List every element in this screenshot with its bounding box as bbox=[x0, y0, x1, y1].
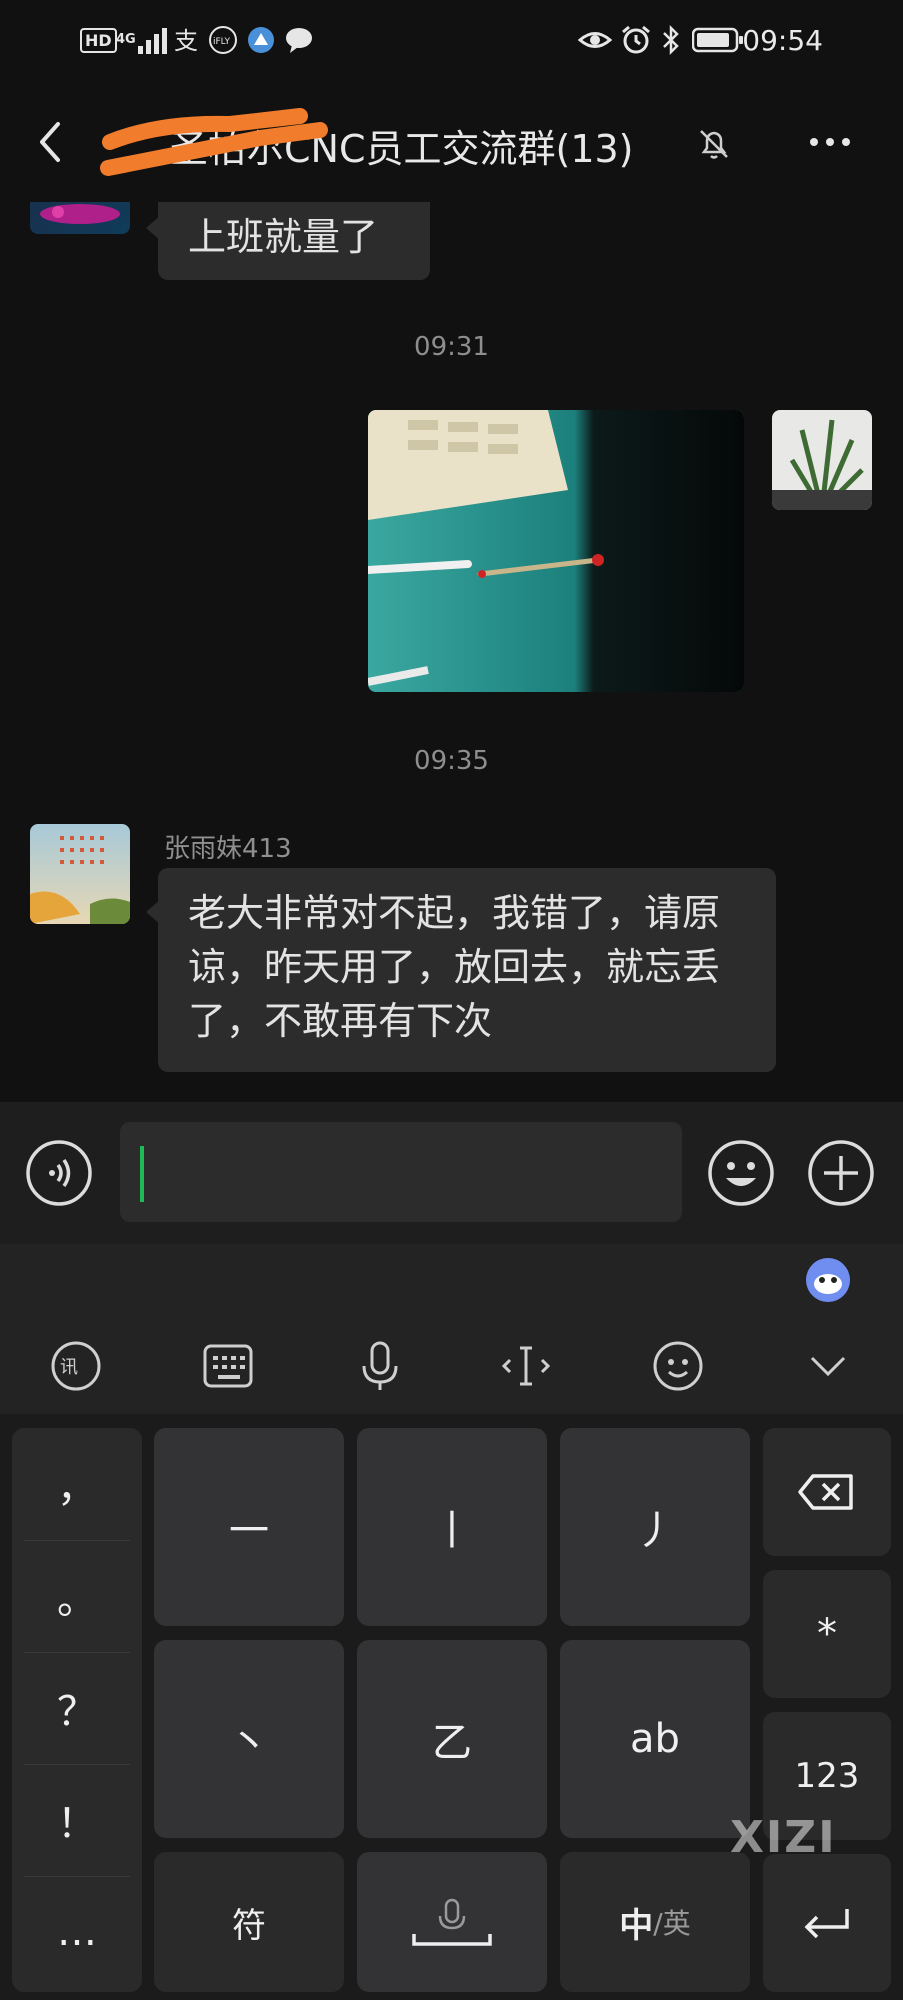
keyboard-toolbar: 讯 bbox=[0, 1244, 903, 1414]
chat-header: 圣柏尔CNC员工交流群(13) bbox=[0, 82, 903, 202]
enter-key[interactable] bbox=[763, 1854, 891, 1992]
key-stroke-vertical[interactable]: 丨 bbox=[357, 1428, 547, 1626]
space-mic-icon bbox=[412, 1898, 492, 1946]
message-timestamp: 09:35 bbox=[414, 746, 489, 776]
svg-text:支: 支 bbox=[174, 27, 198, 55]
backspace-key[interactable] bbox=[763, 1428, 891, 1556]
status-time: 09:54 bbox=[742, 24, 823, 57]
sender-name: 张雨妹413 bbox=[164, 834, 292, 864]
message-bubble[interactable]: 上班就量了 bbox=[158, 202, 430, 280]
back-button[interactable] bbox=[22, 112, 82, 172]
key-comma[interactable]: ， bbox=[12, 1428, 142, 1540]
key-exclaim[interactable]: ！ bbox=[12, 1764, 142, 1876]
more-horizontal-icon bbox=[810, 138, 850, 146]
emoji-button[interactable] bbox=[706, 1138, 776, 1208]
keyboard: ， 。 ？ ！ … 一 丨 丿 丶 乙 ab * 123 符 中/英 bbox=[0, 1414, 903, 2000]
punctuation-column[interactable]: ， 。 ？ ！ … bbox=[12, 1428, 142, 1992]
bluetooth-icon bbox=[660, 22, 682, 58]
key-symbols[interactable]: 符 bbox=[154, 1852, 344, 1992]
photo-image bbox=[368, 410, 744, 692]
text-caret bbox=[140, 1146, 144, 1202]
key-stroke-left-falling[interactable]: 丿 bbox=[560, 1428, 750, 1626]
redaction-scribble bbox=[100, 108, 328, 176]
key-stroke-horizontal[interactable]: 一 bbox=[154, 1428, 344, 1626]
key-stroke-turn[interactable]: 乙 bbox=[357, 1640, 547, 1838]
return-icon bbox=[804, 1909, 849, 1939]
message-list[interactable]: 上班就量了 09:31 09:35 张雨妹413 老大非常对不起，我错了，请原谅… bbox=[0, 202, 903, 1102]
message-input[interactable] bbox=[120, 1122, 682, 1222]
message-input-bar bbox=[0, 1102, 903, 1244]
key-ellipsis[interactable]: … bbox=[12, 1876, 142, 1988]
voice-button[interactable] bbox=[24, 1138, 94, 1208]
bell-off-icon bbox=[696, 126, 732, 162]
emoji-icon bbox=[708, 1140, 774, 1206]
key-question[interactable]: ？ bbox=[12, 1652, 142, 1764]
alarm-icon bbox=[620, 22, 652, 58]
watermark: XIZI bbox=[730, 1812, 837, 1863]
ifly-icon: iFLY bbox=[208, 22, 238, 58]
key-star[interactable]: * bbox=[763, 1570, 891, 1698]
avatar[interactable] bbox=[772, 410, 872, 510]
avatar[interactable] bbox=[30, 824, 130, 924]
chevron-down-icon[interactable] bbox=[800, 1338, 856, 1394]
backspace-icon bbox=[798, 1474, 853, 1510]
more-button[interactable] bbox=[800, 122, 860, 162]
ifly-logo-icon[interactable]: 讯 bbox=[48, 1338, 104, 1394]
avatar[interactable] bbox=[30, 202, 130, 234]
message-timestamp: 09:31 bbox=[414, 332, 489, 362]
chat-bubble-icon bbox=[284, 22, 314, 58]
chevron-left-icon bbox=[40, 122, 60, 162]
hd-icon: HD bbox=[80, 22, 117, 58]
space-key[interactable] bbox=[357, 1852, 547, 1992]
voice-icon bbox=[26, 1140, 92, 1206]
key-ab[interactable]: ab bbox=[560, 1640, 750, 1838]
ifly-mascot-icon[interactable] bbox=[804, 1256, 852, 1304]
battery-icon bbox=[692, 22, 744, 58]
key-period[interactable]: 。 bbox=[12, 1540, 142, 1652]
eye-icon bbox=[578, 22, 612, 58]
image-message[interactable] bbox=[368, 410, 744, 692]
browser-icon bbox=[246, 22, 276, 58]
svg-text:iFLY: iFLY bbox=[213, 37, 230, 47]
message-bubble[interactable]: 老大非常对不起，我错了，请原谅，昨天用了，放回去，就忘丢了，不敢再有下次 bbox=[158, 868, 776, 1072]
plus-button[interactable] bbox=[806, 1138, 876, 1208]
cursor-icon[interactable] bbox=[498, 1338, 554, 1394]
lang-chinese-label: 中 bbox=[619, 1905, 654, 1946]
svg-text:讯: 讯 bbox=[60, 1357, 78, 1378]
keyboard-icon[interactable] bbox=[200, 1338, 256, 1394]
status-bar: HD 4G 支 iFLY 09:54 bbox=[0, 0, 903, 82]
lang-english-label: /英 bbox=[653, 1907, 691, 1940]
alipay-icon: 支 bbox=[172, 22, 202, 58]
signal-icon: 4G bbox=[116, 22, 172, 58]
microphone-icon[interactable] bbox=[352, 1338, 408, 1394]
plus-circle-icon bbox=[808, 1140, 874, 1206]
smiley-icon[interactable] bbox=[650, 1338, 706, 1394]
language-toggle-key[interactable]: 中/英 bbox=[560, 1852, 750, 1992]
key-stroke-dot[interactable]: 丶 bbox=[154, 1640, 344, 1838]
